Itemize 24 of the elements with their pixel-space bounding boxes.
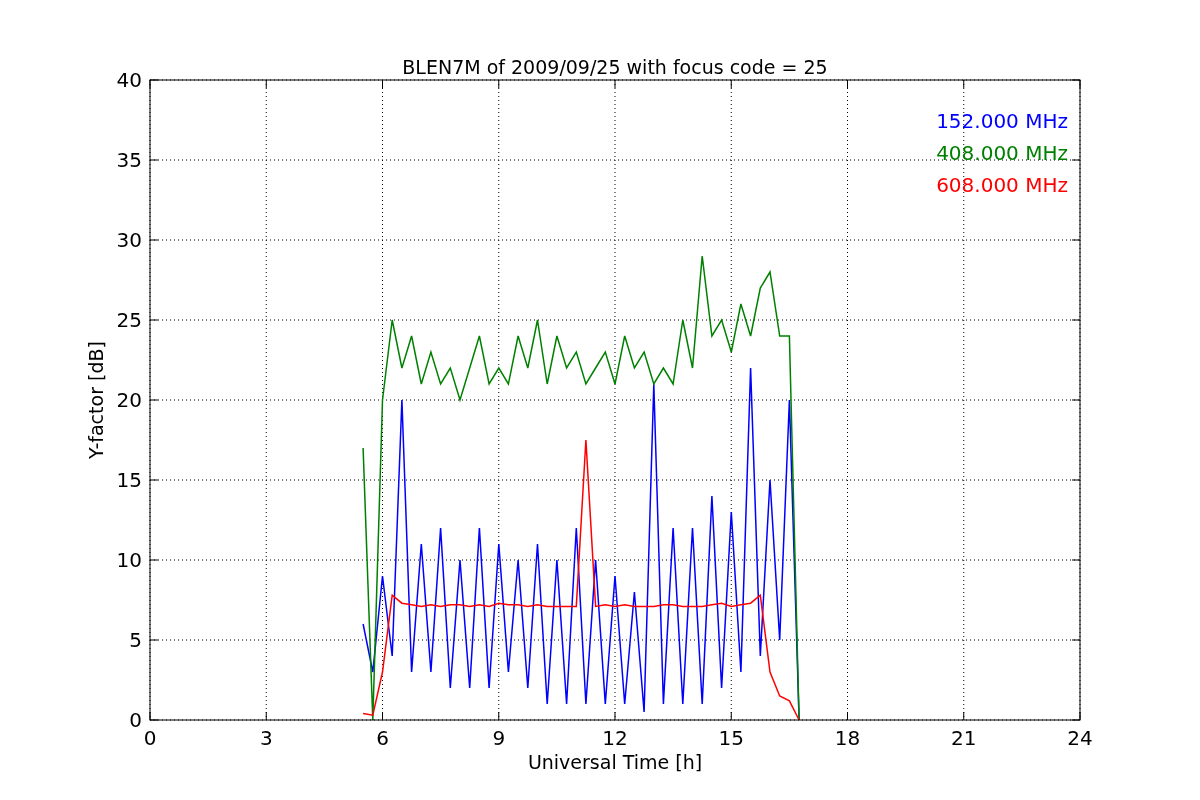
x-tick-label: 3	[259, 726, 273, 750]
legend-label: 608.000 MHz	[936, 173, 1068, 197]
y-tick-label: 35	[116, 148, 142, 172]
x-axis-label: Universal Time [h]	[527, 751, 703, 773]
x-tick-label: 24	[1067, 726, 1093, 750]
x-tick-label: 12	[602, 726, 628, 750]
y-tick-label: 20	[116, 388, 142, 412]
x-tick-label: 15	[718, 726, 744, 750]
chart-title: BLEN7M of 2009/09/25 with focus code = 25	[402, 56, 828, 78]
y-tick-label: 30	[116, 228, 142, 252]
legend-label: 152.000 MHz	[936, 109, 1068, 133]
x-tick-label: 18	[834, 726, 861, 750]
y-tick-label: 40	[116, 68, 142, 92]
y-tick-label: 15	[116, 468, 142, 492]
x-tick-label: 9	[492, 726, 506, 750]
y-axis-label: Y-factor [dB]	[85, 341, 107, 459]
y-tick-label: 10	[116, 548, 142, 572]
y-tick-label: 25	[116, 308, 142, 332]
y-tick-label: 0	[129, 708, 142, 732]
x-tick-label: 21	[951, 726, 977, 750]
x-tick-label: 0	[143, 726, 157, 750]
x-tick-label: 6	[376, 726, 389, 750]
legend-label: 408.000 MHz	[936, 141, 1068, 165]
y-tick-label: 5	[129, 628, 142, 652]
